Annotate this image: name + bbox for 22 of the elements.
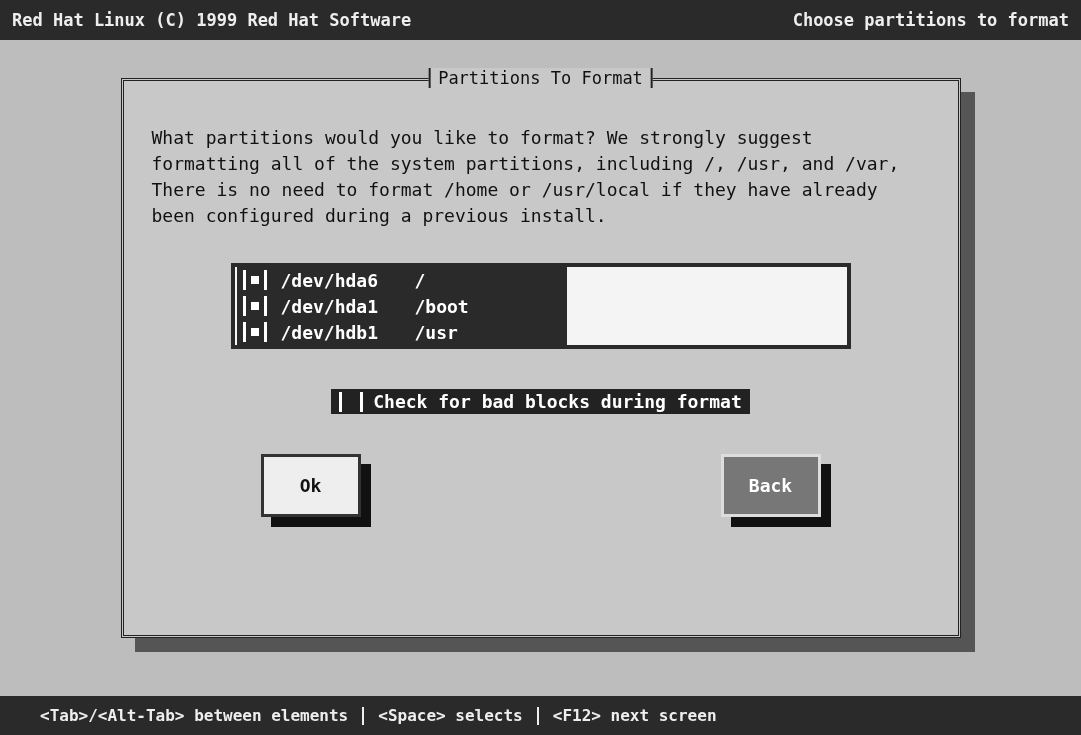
mount-point: /usr bbox=[414, 321, 458, 343]
key-hint: <Space> selects bbox=[378, 706, 523, 725]
key-hint: <F12> next screen bbox=[552, 706, 717, 725]
checkbox[interactable] bbox=[339, 391, 364, 412]
checkbox[interactable] bbox=[242, 270, 267, 290]
device-name: /dev/hda6 bbox=[280, 269, 380, 291]
partition-item[interactable]: /dev/hdb1 /usr bbox=[236, 319, 567, 345]
device-name: /dev/hda1 bbox=[280, 295, 380, 317]
dialog-title: Partitions To Format bbox=[428, 68, 653, 88]
option-label: Check for bad blocks during format bbox=[373, 391, 742, 412]
title-text: Red Hat Linux (C) 1999 Red Hat Software bbox=[12, 10, 412, 30]
partition-item[interactable]: /dev/hda1 /boot bbox=[236, 293, 567, 319]
screen-title: Choose partitions to format bbox=[792, 10, 1069, 30]
mount-point: /boot bbox=[414, 295, 469, 317]
bad-blocks-option[interactable]: Check for bad blocks during format bbox=[331, 389, 750, 414]
key-hint: <Tab>/<Alt-Tab> between elements bbox=[40, 706, 349, 725]
partition-item[interactable]: /dev/hda6 / bbox=[236, 267, 567, 293]
checkbox[interactable] bbox=[242, 322, 267, 342]
instructions-text: What partitions would you like to format? We strongly suggest formatting all of the system partitions, including /, /usr, and /var, There is no need to format /home or /usr/local if they have already been configured during a previous install. bbox=[151, 126, 901, 228]
device-name: /dev/hdb1 bbox=[280, 321, 380, 343]
mount-point: / bbox=[414, 269, 426, 291]
checkbox[interactable] bbox=[242, 296, 267, 316]
